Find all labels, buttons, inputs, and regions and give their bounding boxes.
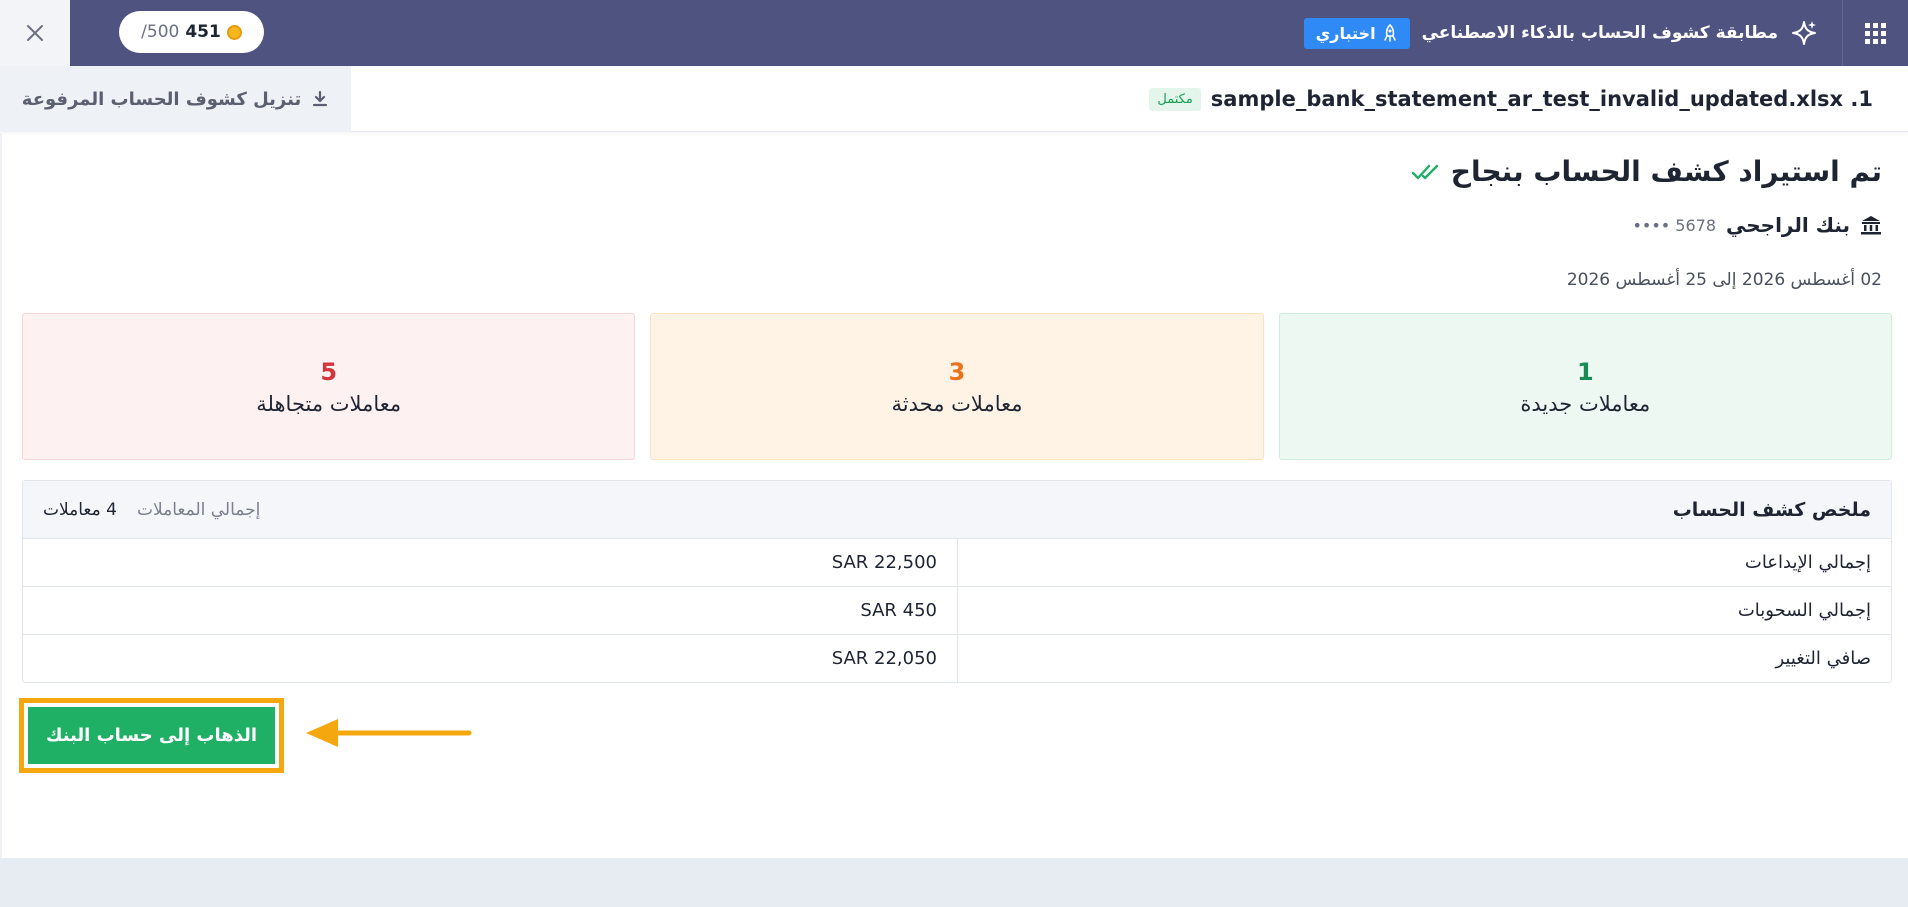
grid-icon — [1865, 22, 1886, 44]
rocket-icon — [1383, 24, 1396, 42]
account-number: 5678 •••• — [1632, 215, 1717, 235]
download-icon — [313, 90, 328, 107]
go-to-bank-highlight: الذهاب إلى حساب البنك — [19, 698, 284, 773]
beta-badge: اختباري — [1303, 17, 1410, 49]
arrow-left-icon — [306, 719, 472, 747]
beta-label: اختباري — [1315, 23, 1376, 43]
coin-icon — [226, 24, 242, 40]
top-bar: /500 451 مطابقة كشوف الحساب بالذكاء الاص… — [0, 0, 1908, 66]
bank-name: بنك الراجحي — [1726, 213, 1850, 237]
app-title: مطابقة كشوف الحساب بالذكاء الاصطناعي — [1421, 23, 1778, 43]
statement-summary: ملخص كشف الحساب إجمالي المعاملات 4 معامل… — [22, 480, 1892, 683]
table-row: صافي التغيير SAR 22,050 — [23, 634, 1891, 682]
import-result-panel: تم استيراد كشف الحساب بنجاح بنك الراجحي … — [2, 133, 1908, 857]
statement-period: 02 أغسطس 2026 إلى 25 أغسطس 2026 — [1566, 270, 1882, 290]
updated-label: معاملات محدثة — [891, 391, 1023, 416]
new-count: 1 — [1576, 357, 1594, 386]
file-name: sample_bank_statement_ar_test_invalid_up… — [1210, 87, 1873, 111]
download-statements-button[interactable]: تنزيل كشوف الحساب المرفوعة — [0, 66, 351, 132]
ignored-transactions-card: 5 معاملات متجاهلة — [22, 313, 636, 460]
row-value: SAR 450 — [860, 600, 937, 621]
summary-header: ملخص كشف الحساب إجمالي المعاملات 4 معامل… — [23, 481, 1891, 538]
total-transactions-label: إجمالي المعاملات — [136, 499, 261, 520]
summary-total: إجمالي المعاملات 4 معاملات — [43, 500, 260, 520]
apps-menu-button[interactable] — [1842, 0, 1908, 66]
credits-counter: /500 451 — [119, 11, 264, 53]
summary-title: ملخص كشف الحساب — [1672, 498, 1871, 521]
updated-transactions-card: 3 معاملات محدثة — [650, 313, 1264, 460]
credits-total: /500 — [141, 22, 180, 42]
table-row: إجمالي الإيداعات SAR 22,500 — [23, 538, 1891, 586]
stats-cards: 1 معاملات جديدة 3 معاملات محدثة 5 معاملا… — [22, 313, 1892, 460]
ignored-label: معاملات متجاهلة — [256, 391, 402, 416]
status-badge: مكتمل — [1149, 87, 1201, 111]
ignored-count: 5 — [320, 357, 338, 386]
close-button[interactable] — [0, 0, 70, 66]
go-to-bank-button[interactable]: الذهاب إلى حساب البنك — [28, 707, 275, 764]
credits-used: 451 — [185, 22, 221, 42]
bank-icon — [1861, 216, 1881, 235]
row-label: إجمالي السحوبات — [957, 587, 1891, 634]
bank-line: بنك الراجحي 5678 •••• — [1632, 213, 1882, 237]
success-heading: تم استيراد كشف الحساب بنجاح — [1411, 155, 1882, 188]
close-icon — [27, 25, 43, 41]
file-row: تنزيل كشوف الحساب المرفوعة sample_bank_s… — [0, 66, 1908, 132]
row-label: إجمالي الإيداعات — [957, 539, 1891, 586]
new-label: معاملات جديدة — [1520, 391, 1651, 416]
double-check-icon — [1411, 164, 1438, 179]
row-label: صافي التغيير — [957, 635, 1891, 682]
total-transactions-value: 4 معاملات — [43, 499, 117, 520]
row-value: SAR 22,500 — [831, 552, 937, 573]
footer-band — [0, 858, 1908, 907]
new-transactions-card: 1 معاملات جديدة — [1278, 313, 1892, 460]
app-title-block: مطابقة كشوف الحساب بالذكاء الاصطناعي اخت… — [1303, 0, 1818, 66]
row-value: SAR 22,050 — [831, 648, 937, 669]
table-row: إجمالي السحوبات SAR 450 — [23, 586, 1891, 634]
file-title: sample_bank_statement_ar_test_invalid_up… — [1149, 66, 1873, 132]
heading-text: تم استيراد كشف الحساب بنجاح — [1450, 155, 1882, 188]
sparkle-icon — [1792, 21, 1816, 45]
download-label: تنزيل كشوف الحساب المرفوعة — [21, 88, 302, 110]
updated-count: 3 — [948, 357, 966, 386]
